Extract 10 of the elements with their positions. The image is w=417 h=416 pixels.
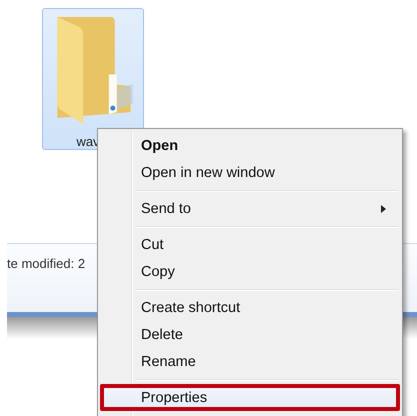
menu-item[interactable]: Rename [100, 348, 400, 375]
menu-item[interactable]: Cut [100, 231, 400, 258]
menu-item[interactable]: Delete [100, 321, 400, 348]
date-modified-label: te modified: 2 [7, 256, 86, 271]
menu-item[interactable]: Open in new window [100, 159, 400, 186]
menu-item[interactable]: Send to [100, 195, 400, 222]
submenu-arrow-icon [381, 204, 386, 212]
menu-item[interactable]: Properties [100, 384, 400, 411]
menu-item[interactable]: Create shortcut [100, 294, 400, 321]
menu-item[interactable]: Copy [100, 258, 400, 285]
